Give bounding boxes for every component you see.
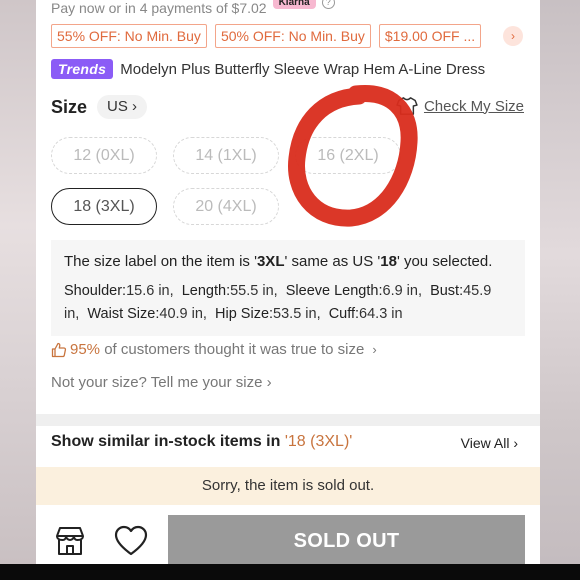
size-option-20[interactable]: 20 (4XL) [173, 188, 279, 225]
size-match-pre: The size label on the item is ' [64, 253, 257, 270]
check-my-size-label: Check My Size [423, 97, 524, 115]
heart-icon[interactable] [114, 525, 148, 557]
view-all-link[interactable]: View All › [461, 435, 518, 451]
measure-key: Sleeve Length: [285, 283, 383, 299]
similar-items-size: '18 (3XL)' [284, 433, 353, 450]
size-option-12[interactable]: 12 (0XL) [51, 137, 157, 174]
product-title: Modelyn Plus Butterfly Sleeve Wrap Hem A… [120, 60, 486, 78]
size-match-post: ' you selected. [396, 253, 493, 270]
true-to-size-link[interactable]: 95% of customers thought it was true to … [51, 341, 377, 358]
measure-value: 15.6 in, [126, 283, 174, 299]
measure-value: 64.3 in [359, 306, 403, 322]
similar-items-text: Show similar in-stock items in [51, 433, 285, 450]
help-icon[interactable]: ? [321, 0, 335, 9]
measure-key: Shoulder: [64, 283, 127, 299]
store-icon[interactable] [53, 524, 87, 558]
size-option-16[interactable]: 16 (2XL) [295, 137, 401, 174]
section-divider [36, 414, 540, 426]
not-your-size-link[interactable]: Not your size? Tell me your size › [51, 374, 272, 391]
klarna-badge: Klarna [272, 0, 316, 9]
measure-value: 6.9 in, [382, 283, 423, 299]
trends-badge: Trends [51, 59, 114, 79]
installments-text: Pay now or in 4 payments of $7.02 [51, 0, 267, 16]
coupon-chip[interactable]: 55% OFF: No Min. Buy [51, 24, 207, 48]
product-title-row: Trends Modelyn Plus Butterfly Sleeve Wra… [51, 59, 485, 79]
size-match-mid: ' same as US ' [284, 253, 381, 270]
measure-key: Length: [181, 283, 231, 299]
measurements: Shoulder:15.6 in, Length:55.5 in, Sleeve… [64, 280, 512, 326]
bottom-bar [0, 564, 580, 580]
sold-out-notice: Sorry, the item is sold out. [36, 467, 540, 505]
measure-key: Bust: [430, 283, 464, 299]
coupons-more-icon[interactable]: › [503, 26, 523, 46]
measure-key: Cuff: [328, 306, 360, 322]
background-blur-right [540, 0, 580, 565]
item-size-label: 3XL [256, 253, 285, 270]
size-region-selector[interactable]: US › [97, 95, 148, 119]
size-header: Size US › [51, 95, 148, 119]
check-my-size-link[interactable]: Check My Size [396, 96, 524, 116]
thumbs-up-icon [51, 342, 67, 357]
installments-row[interactable]: Pay now or in 4 payments of $7.02 Klarna… [51, 0, 335, 18]
coupon-chip[interactable]: 50% OFF: No Min. Buy [214, 24, 371, 48]
chevron-right-icon: › [372, 342, 377, 357]
size-option-14[interactable]: 14 (1XL) [173, 137, 279, 174]
similar-items-heading: Show similar in-stock items in '18 (3XL)… [51, 433, 352, 451]
size-match-sentence: The size label on the item is '3XL' same… [64, 253, 512, 270]
size-info-box: The size label on the item is '3XL' same… [51, 240, 525, 336]
measure-value: 55.5 in, [230, 283, 278, 299]
size-label: Size [51, 96, 88, 117]
coupon-chip[interactable]: $19.00 OFF ... [378, 24, 482, 48]
sold-out-button[interactable]: SOLD OUT [168, 515, 525, 564]
measure-value: 53.5 in, [273, 306, 321, 322]
size-option-18[interactable]: 18 (3XL) [51, 188, 157, 225]
measure-key: Waist Size: [87, 306, 160, 322]
background-blur-left [0, 0, 36, 565]
true-to-size-percent: 95% [70, 341, 101, 358]
measure-key: Hip Size: [215, 306, 274, 322]
measure-value: 40.9 in, [159, 306, 207, 322]
tshirt-icon [396, 97, 418, 115]
coupon-list: 55% OFF: No Min. Buy 50% OFF: No Min. Bu… [51, 24, 482, 48]
us-size-label: 18 [380, 253, 397, 270]
true-to-size-text: of customers thought it was true to size [104, 341, 365, 358]
product-sheet: Pay now or in 4 payments of $7.02 Klarna… [36, 0, 540, 564]
